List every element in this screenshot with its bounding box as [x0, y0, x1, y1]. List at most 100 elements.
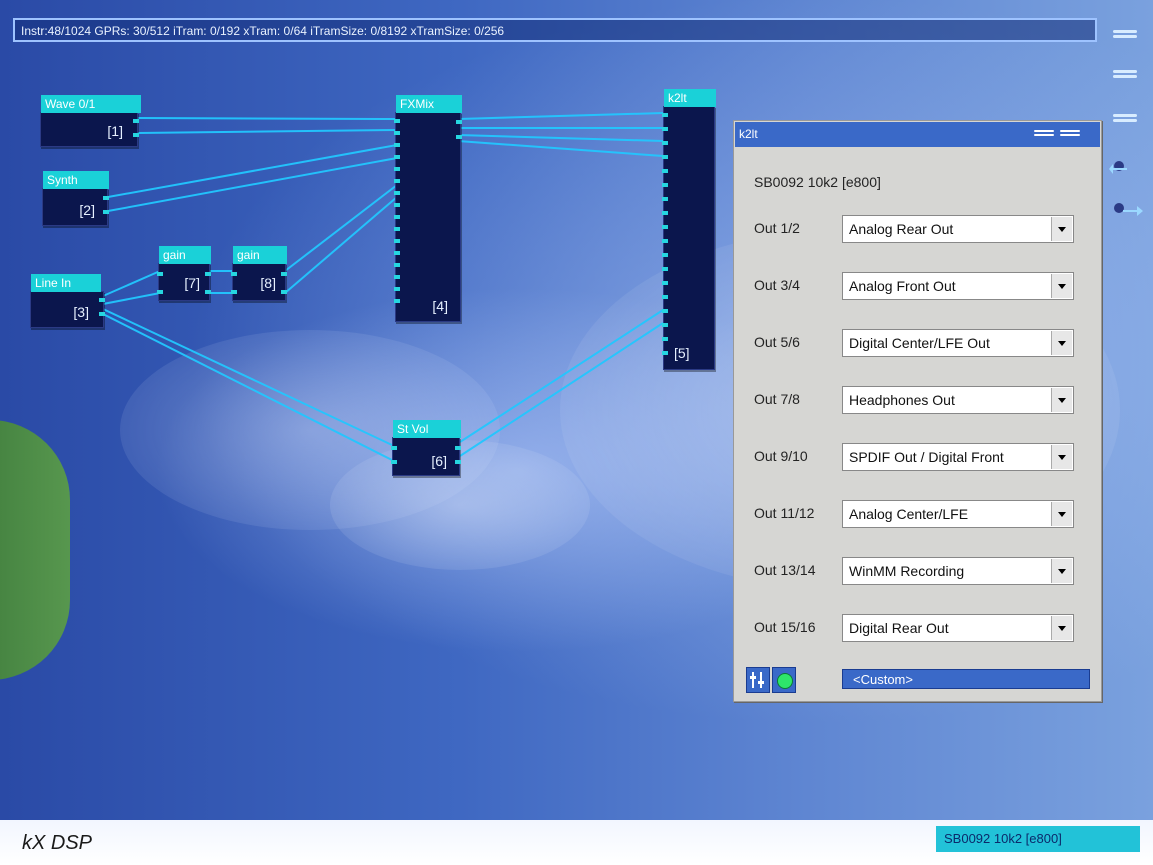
output-select[interactable]: Headphones Out [842, 386, 1074, 414]
input-port[interactable] [157, 290, 163, 294]
input-port[interactable] [394, 131, 400, 135]
output-select[interactable]: Digital Rear Out [842, 614, 1074, 642]
input-port[interactable] [394, 227, 400, 231]
input-port[interactable] [662, 253, 668, 257]
input-port[interactable] [662, 169, 668, 173]
input-port[interactable] [394, 167, 400, 171]
dropdown-arrow-icon[interactable] [1051, 616, 1072, 640]
node-fxmix[interactable]: FXMix [4] [394, 95, 462, 322]
input-port[interactable] [394, 299, 400, 303]
input-port[interactable] [662, 211, 668, 215]
dropdown-arrow-icon[interactable] [1051, 559, 1072, 583]
input-port[interactable] [662, 351, 668, 355]
input-port[interactable] [231, 290, 237, 294]
node-title: gain [233, 246, 287, 264]
input-port[interactable] [662, 295, 668, 299]
menu-lines-icon[interactable] [1113, 28, 1137, 38]
node-wave[interactable]: Wave 0/1 [1] [40, 95, 141, 147]
input-port[interactable] [662, 141, 668, 145]
output-select[interactable]: Digital Center/LFE Out [842, 329, 1074, 357]
output-port[interactable] [99, 312, 105, 316]
input-port[interactable] [662, 113, 668, 117]
arrow-left-icon[interactable] [1109, 156, 1143, 178]
input-port[interactable] [394, 215, 400, 219]
dropdown-arrow-icon[interactable] [1051, 388, 1072, 412]
output-port[interactable] [133, 133, 139, 137]
input-port[interactable] [394, 263, 400, 267]
output-select[interactable]: SPDIF Out / Digital Front [842, 443, 1074, 471]
menu-lines-icon[interactable] [1034, 128, 1054, 139]
input-port[interactable] [662, 281, 668, 285]
input-port[interactable] [394, 143, 400, 147]
input-port[interactable] [662, 155, 668, 159]
output-select-value: Analog Rear Out [849, 221, 954, 237]
output-select[interactable]: Analog Rear Out [842, 215, 1074, 243]
input-port[interactable] [662, 127, 668, 131]
output-port[interactable] [455, 446, 461, 450]
input-port[interactable] [394, 119, 400, 123]
input-port[interactable] [662, 309, 668, 313]
node-gain-8[interactable]: gain [8] [231, 246, 287, 301]
input-port[interactable] [394, 287, 400, 291]
menu-lines-icon[interactable] [1113, 68, 1137, 78]
input-port[interactable] [662, 267, 668, 271]
input-port[interactable] [662, 239, 668, 243]
dialog-title-bar[interactable]: k2lt [735, 122, 1100, 147]
output-select-value: Analog Front Out [849, 278, 956, 294]
input-port[interactable] [662, 197, 668, 201]
device-status-badge[interactable]: SB0092 10k2 [e800] [936, 826, 1140, 852]
node-id: [7] [184, 275, 200, 291]
input-port[interactable] [394, 155, 400, 159]
output-port[interactable] [455, 460, 461, 464]
resource-status-text: Instr:48/1024 GPRs: 30/512 iTram: 0/192 … [21, 24, 505, 38]
node-st-vol[interactable]: St Vol [6] [391, 420, 461, 476]
output-port[interactable] [133, 119, 139, 123]
input-port[interactable] [157, 272, 163, 276]
power-icon[interactable] [772, 667, 796, 693]
input-port[interactable] [662, 337, 668, 341]
input-port[interactable] [391, 460, 397, 464]
dropdown-arrow-icon[interactable] [1051, 274, 1072, 298]
output-select[interactable]: Analog Front Out [842, 272, 1074, 300]
node-line-in[interactable]: Line In [3] [30, 274, 105, 328]
input-port[interactable] [394, 203, 400, 207]
node-synth[interactable]: Synth [2] [42, 171, 109, 226]
output-port[interactable] [99, 298, 105, 302]
input-port[interactable] [391, 446, 397, 450]
input-port[interactable] [394, 275, 400, 279]
input-port[interactable] [394, 191, 400, 195]
node-k2lt[interactable]: k2lt [5] [662, 89, 716, 370]
output-port[interactable] [103, 196, 109, 200]
dropdown-arrow-icon[interactable] [1051, 331, 1072, 355]
dropdown-arrow-icon[interactable] [1051, 445, 1072, 469]
output-port[interactable] [205, 272, 211, 276]
input-port[interactable] [231, 272, 237, 276]
output-port[interactable] [456, 120, 462, 124]
output-select-value: SPDIF Out / Digital Front [849, 449, 1004, 465]
output-port[interactable] [205, 290, 211, 294]
input-port[interactable] [394, 179, 400, 183]
dropdown-arrow-icon[interactable] [1051, 217, 1072, 241]
output-port[interactable] [103, 210, 109, 214]
input-port[interactable] [662, 225, 668, 229]
menu-lines-icon[interactable] [1113, 112, 1137, 122]
menu-lines-icon[interactable] [1060, 128, 1080, 139]
mixer-icon[interactable] [746, 667, 770, 693]
node-id: [1] [107, 123, 123, 139]
output-select[interactable]: WinMM Recording [842, 557, 1074, 585]
input-port[interactable] [662, 323, 668, 327]
output-port[interactable] [281, 272, 287, 276]
node-title: St Vol [393, 420, 461, 438]
arrow-right-icon[interactable] [1109, 198, 1143, 220]
node-gain-7[interactable]: gain [7] [157, 246, 211, 301]
output-label: Out 7/8 [754, 391, 800, 407]
preset-field[interactable]: <Custom> [842, 669, 1090, 689]
output-select[interactable]: Analog Center/LFE [842, 500, 1074, 528]
input-port[interactable] [394, 251, 400, 255]
dropdown-arrow-icon[interactable] [1051, 502, 1072, 526]
output-port[interactable] [281, 290, 287, 294]
node-id: [2] [79, 202, 95, 218]
output-port[interactable] [456, 135, 462, 139]
input-port[interactable] [394, 239, 400, 243]
input-port[interactable] [662, 183, 668, 187]
